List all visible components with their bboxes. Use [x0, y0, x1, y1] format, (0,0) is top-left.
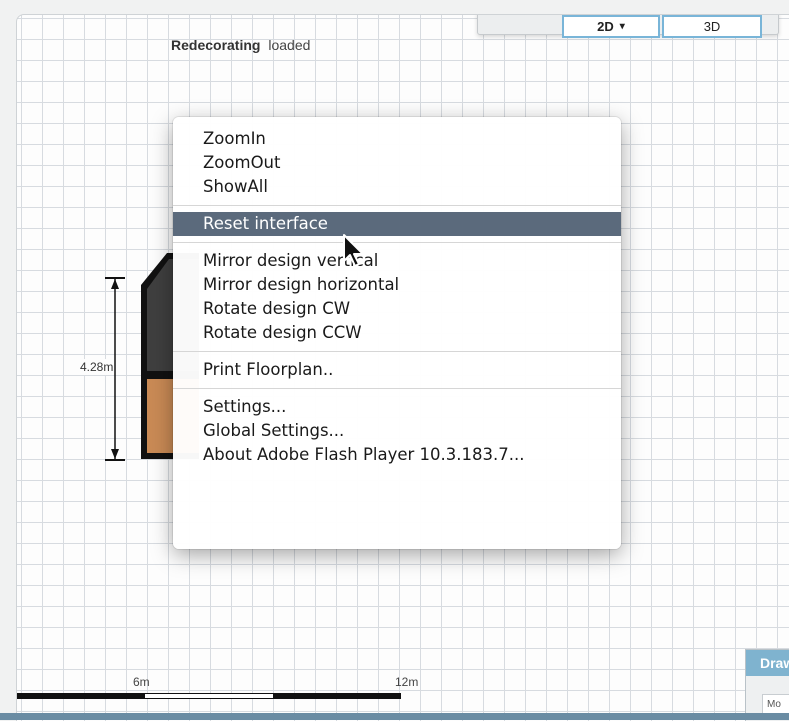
menu-item-rotate-ccw[interactable]: Rotate design CCW	[173, 321, 621, 345]
context-menu: ZoomIn ZoomOut ShowAll Reset interface M…	[173, 117, 621, 549]
scale-bar: 6m 12m	[17, 675, 437, 705]
draw-panel: Draw Mo	[745, 649, 789, 721]
scale-label-mid: 6m	[133, 675, 150, 689]
status-app-name: Redecorating	[171, 37, 261, 53]
mouse-cursor-icon	[343, 234, 364, 267]
menu-item-show-all[interactable]: ShowAll	[173, 175, 621, 199]
floorplan-canvas[interactable]: Redecorating loaded 4.28m 6m 12m ZoomIn …	[16, 14, 789, 721]
menu-item-zoom-in[interactable]: ZoomIn	[173, 127, 621, 151]
view-2d-button[interactable]: 2D ▾	[562, 15, 660, 38]
view-3d-label: 3D	[703, 19, 721, 34]
menu-item-global-settings[interactable]: Global Settings...	[173, 419, 621, 443]
menu-item-zoom-out[interactable]: ZoomOut	[173, 151, 621, 175]
menu-item-mirror-vertical[interactable]: Mirror design vertical	[173, 249, 621, 273]
scale-segment	[17, 693, 145, 699]
menu-item-reset-interface[interactable]: Reset interface	[173, 212, 621, 236]
menu-item-mirror-horizontal[interactable]: Mirror design horizontal	[173, 273, 621, 297]
menu-item-print-floorplan[interactable]: Print Floorplan..	[173, 358, 621, 382]
menu-item-rotate-cw[interactable]: Rotate design CW	[173, 297, 621, 321]
scale-label-end: 12m	[395, 675, 419, 689]
room-height-label: 4.28m	[79, 359, 115, 375]
draw-panel-mode[interactable]: Mo	[762, 694, 789, 714]
bottom-bar	[0, 713, 789, 720]
menu-separator	[173, 388, 621, 389]
status-state: loaded	[268, 37, 311, 53]
view-3d-button[interactable]: 3D	[662, 15, 762, 38]
menu-separator	[173, 242, 621, 243]
menu-item-about-flash[interactable]: About Adobe Flash Player 10.3.183.7...	[173, 443, 621, 467]
chevron-down-icon: ▾	[619, 21, 625, 32]
scale-segment	[145, 693, 273, 699]
view-2d-label: 2D	[597, 19, 614, 34]
menu-item-settings[interactable]: Settings...	[173, 395, 621, 419]
status-text: Redecorating loaded	[171, 37, 310, 53]
draw-panel-title[interactable]: Draw	[746, 650, 789, 676]
menu-separator	[173, 351, 621, 352]
scale-segment	[273, 693, 401, 699]
menu-separator	[173, 205, 621, 206]
